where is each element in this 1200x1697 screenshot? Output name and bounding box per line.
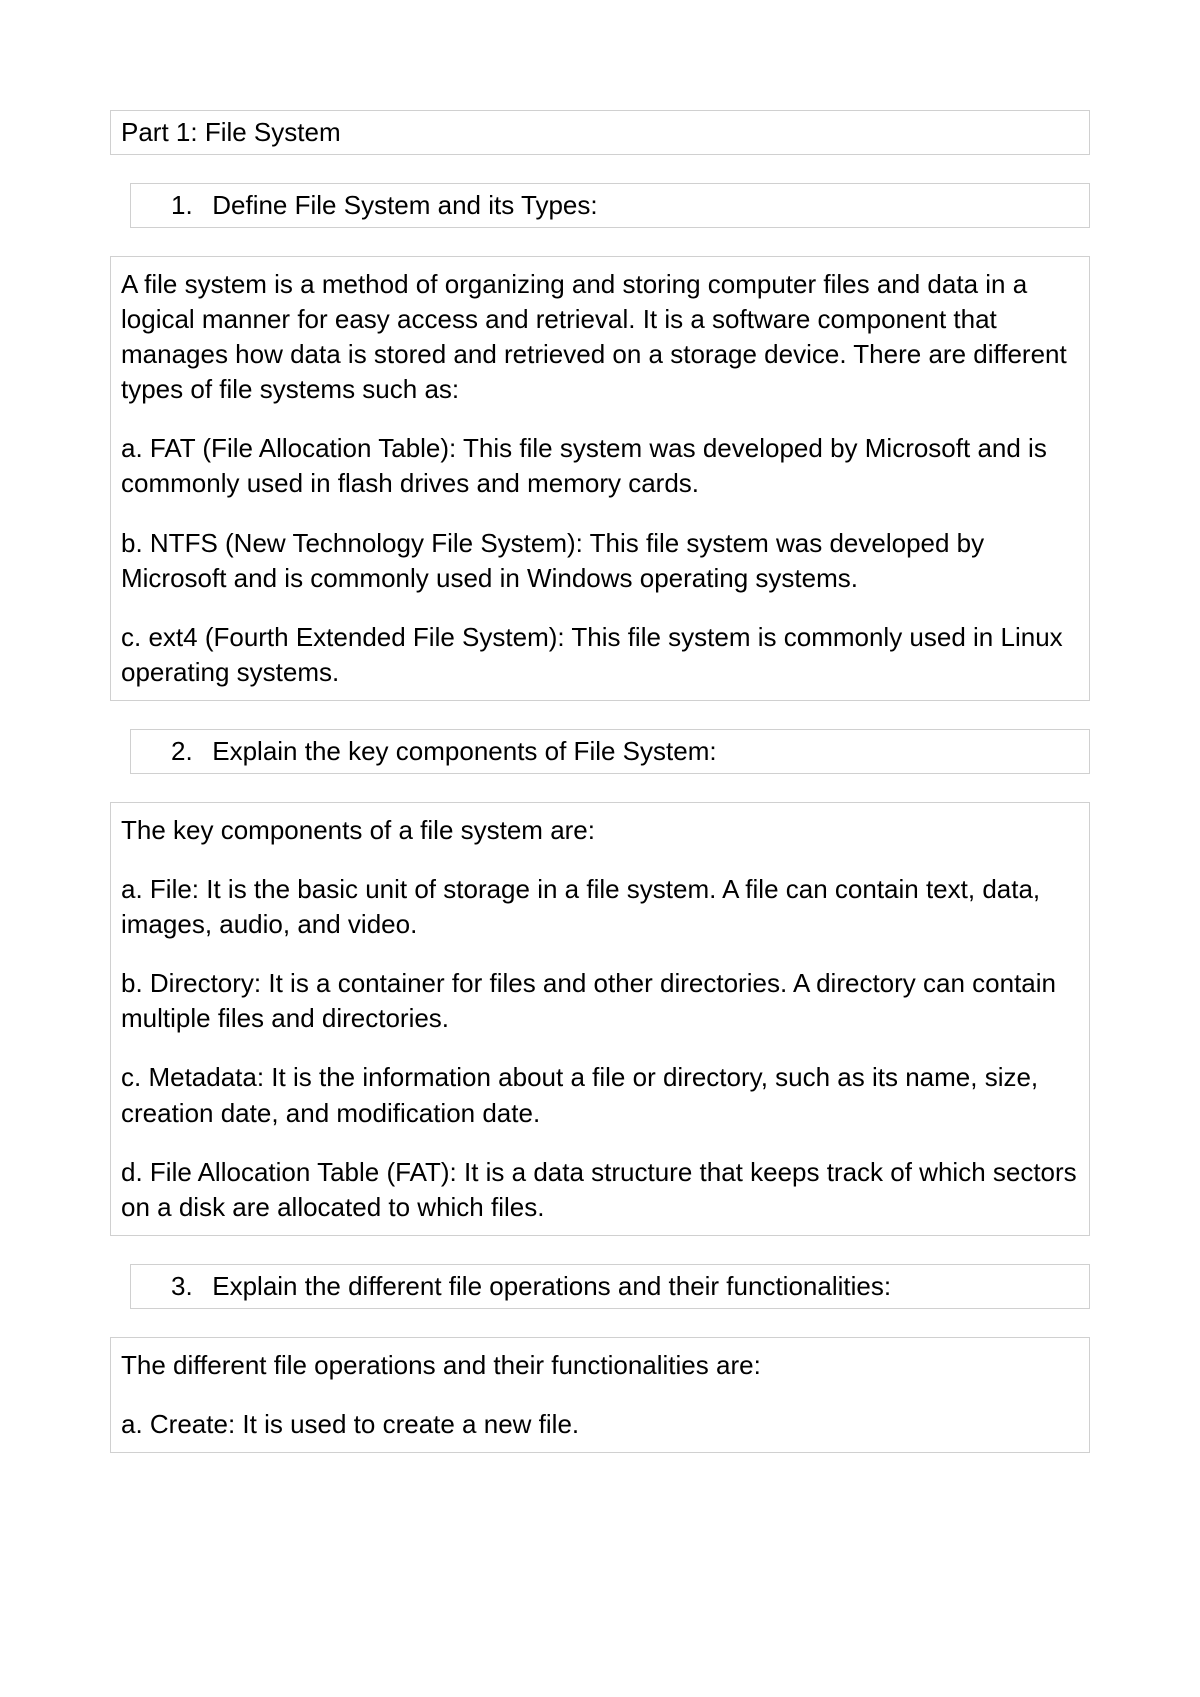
- section-content-3: The different file operations and their …: [110, 1337, 1090, 1453]
- paragraph: The different file operations and their …: [121, 1348, 1079, 1383]
- paragraph: The key components of a file system are:: [121, 813, 1079, 848]
- paragraph: c. ext4 (Fourth Extended File System): T…: [121, 620, 1079, 690]
- section-heading-text: Explain the different file operations an…: [212, 1271, 891, 1301]
- paragraph: c. Metadata: It is the information about…: [121, 1060, 1079, 1130]
- part-title: Part 1: File System: [110, 110, 1090, 155]
- section-heading-1: 1. Define File System and its Types:: [130, 183, 1090, 228]
- section-heading-text: Explain the key components of File Syste…: [212, 736, 716, 766]
- paragraph: a. FAT (File Allocation Table): This fil…: [121, 431, 1079, 501]
- section-heading-2: 2. Explain the key components of File Sy…: [130, 729, 1090, 774]
- section-number: 1.: [171, 190, 205, 221]
- paragraph: d. File Allocation Table (FAT): It is a …: [121, 1155, 1079, 1225]
- section-number: 3.: [171, 1271, 205, 1302]
- section-heading-3: 3. Explain the different file operations…: [130, 1264, 1090, 1309]
- paragraph: a. Create: It is used to create a new fi…: [121, 1407, 1079, 1442]
- paragraph: A file system is a method of organizing …: [121, 267, 1079, 407]
- section-number: 2.: [171, 736, 205, 767]
- paragraph: b. NTFS (New Technology File System): Th…: [121, 526, 1079, 596]
- paragraph: a. File: It is the basic unit of storage…: [121, 872, 1079, 942]
- section-heading-text: Define File System and its Types:: [212, 190, 597, 220]
- section-content-2: The key components of a file system are:…: [110, 802, 1090, 1236]
- section-content-1: A file system is a method of organizing …: [110, 256, 1090, 701]
- paragraph: b. Directory: It is a container for file…: [121, 966, 1079, 1036]
